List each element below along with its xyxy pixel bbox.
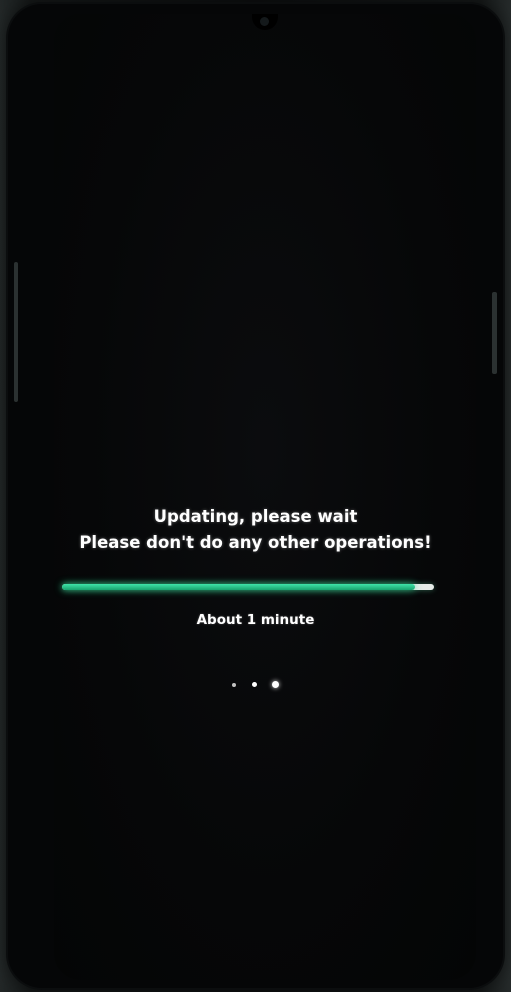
phone-body — [8, 4, 503, 988]
front-camera-notch — [252, 14, 278, 30]
loading-dot-icon — [271, 681, 279, 688]
phone-screen — [54, 14, 476, 980]
loading-dot-icon — [232, 682, 237, 687]
update-warning: Please don't do any other operations! — [79, 533, 432, 552]
update-title: Updating, please wait — [153, 507, 358, 526]
update-progress-fill — [62, 584, 416, 590]
camera-lens-icon — [260, 17, 269, 26]
loading-indicator — [0, 674, 511, 693]
loading-dot-icon — [251, 682, 257, 687]
update-eta: About 1 minute — [196, 612, 315, 628]
power-button — [492, 292, 497, 374]
volume-button — [14, 262, 18, 402]
update-progress-bar — [62, 584, 434, 590]
update-message: Updating, please wait Please don't do an… — [0, 504, 511, 556]
